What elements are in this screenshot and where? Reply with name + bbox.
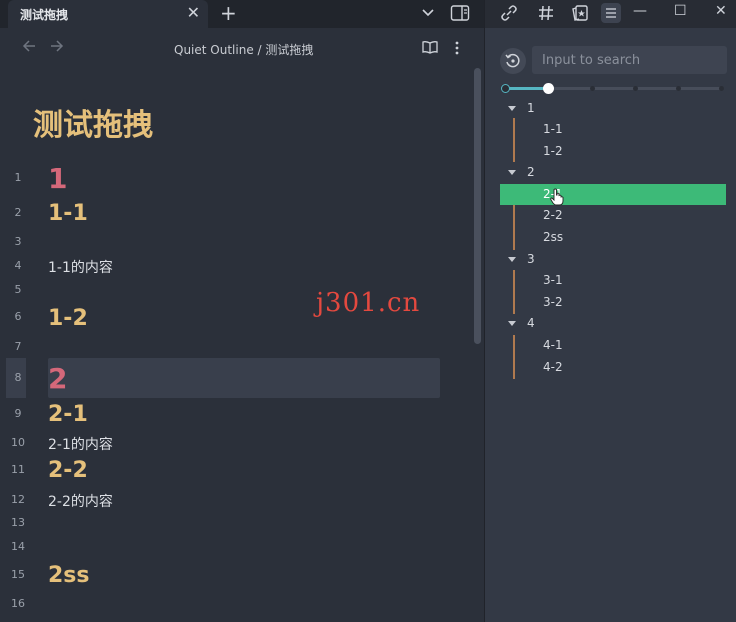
outline-item-4-2[interactable]: 4-2 <box>500 357 726 378</box>
slider-step-mark <box>719 86 724 91</box>
outline-item-label: 1 <box>527 101 535 115</box>
line-number: 2 <box>14 206 22 219</box>
tab-list-chevron-down-icon[interactable] <box>420 4 436 20</box>
tab-note[interactable]: 测试拖拽 ✕ <box>8 0 208 28</box>
line-number: 1 <box>14 171 22 184</box>
outline-item-label: 3 <box>527 252 535 266</box>
right-sidebar: — ☐ ✕ 1 1-1 1-2 2 2-1 <box>484 0 736 622</box>
line-number: 10 <box>11 436 25 449</box>
outline-item-2-2[interactable]: 2-2 <box>500 205 726 226</box>
outline-item-4[interactable]: 4 <box>500 313 726 334</box>
line-number: 14 <box>11 540 25 553</box>
more-options-icon[interactable] <box>453 40 461 56</box>
outline-item-3-1[interactable]: 3-1 <box>500 270 726 291</box>
outline-item-2ss[interactable]: 2ss <box>500 227 726 248</box>
slider-fill <box>504 87 548 90</box>
outline-item-4-1[interactable]: 4-1 <box>500 335 726 356</box>
breadcrumb[interactable]: Quiet Outline / 测试拖拽 <box>174 41 313 58</box>
tab-title: 测试拖拽 <box>20 8 69 22</box>
line-number: 11 <box>11 463 25 476</box>
paragraph-line[interactable]: 2-1的内容 <box>48 434 113 454</box>
outline-item-2[interactable]: 2 <box>500 162 726 183</box>
line-number: 4 <box>14 259 22 272</box>
history-reset-icon <box>505 53 520 68</box>
heading-2-line[interactable]: 1-2 <box>48 306 88 331</box>
line-number: 16 <box>11 597 25 610</box>
expand-caret-icon[interactable] <box>508 106 516 111</box>
navigate-back-icon[interactable] <box>22 39 36 53</box>
line-number: 8 <box>14 371 22 384</box>
heading-2-line[interactable]: 2-2 <box>48 458 88 483</box>
expand-caret-icon[interactable] <box>508 321 516 326</box>
outline-item-1-1[interactable]: 1-1 <box>500 119 726 140</box>
outline-item-3-2[interactable]: 3-2 <box>500 292 726 313</box>
slider-step-mark <box>590 86 595 91</box>
outline-item-label: 2 <box>527 165 535 179</box>
outline-item-label: 4-2 <box>543 360 563 374</box>
outline-item-label: 2-2 <box>543 208 563 222</box>
expand-caret-icon[interactable] <box>508 257 516 262</box>
backlinks-icon[interactable] <box>500 4 518 22</box>
outline-item-label: 3-2 <box>543 295 563 309</box>
line-number: 12 <box>11 493 25 506</box>
sidebar-header: — ☐ ✕ <box>485 0 736 28</box>
heading-1-line[interactable]: 2 <box>48 362 67 395</box>
note-title[interactable]: 测试拖拽 <box>33 100 153 144</box>
close-window-button[interactable]: ✕ <box>715 2 727 20</box>
slider-step-mark <box>633 86 638 91</box>
line-number: 6 <box>14 310 22 323</box>
line-number: 13 <box>11 516 25 529</box>
minimize-window-button[interactable]: — <box>633 2 647 20</box>
reading-view-book-icon[interactable] <box>422 40 438 54</box>
outline-item-1-2[interactable]: 1-2 <box>500 141 726 162</box>
editor-pane: Quiet Outline / 测试拖拽 测试拖拽 1 2 3 4 5 6 7 … <box>0 28 484 622</box>
navigate-forward-icon[interactable] <box>50 39 64 53</box>
outline-item-label: 4 <box>527 316 535 330</box>
heading-1-line[interactable]: 1 <box>48 162 67 195</box>
expand-caret-icon[interactable] <box>508 170 516 175</box>
outline-item-1[interactable]: 1 <box>500 98 726 119</box>
line-number: 15 <box>11 568 25 581</box>
slider-thumb[interactable] <box>543 83 554 94</box>
line-number: 3 <box>14 235 22 248</box>
heading-2-line[interactable]: 2ss <box>48 563 90 588</box>
reset-outline-button[interactable] <box>500 48 526 74</box>
outline-tab[interactable] <box>601 3 621 23</box>
tab-bar: 测试拖拽 ✕ + <box>0 0 484 28</box>
maximize-window-button[interactable]: ☐ <box>674 2 687 20</box>
tab-close-icon[interactable]: ✕ <box>187 4 200 22</box>
line-number: 9 <box>14 407 22 420</box>
slider-step-mark <box>676 86 681 91</box>
line-number: 7 <box>14 340 22 353</box>
paragraph-line[interactable]: 2-2的内容 <box>48 491 113 511</box>
outline-item-label: 1-1 <box>543 122 563 136</box>
hand-pointer-cursor-icon <box>550 188 564 206</box>
bookmarks-cards-icon[interactable] <box>571 4 589 22</box>
heading-2-line[interactable]: 1-1 <box>48 201 88 226</box>
heading-2-line[interactable]: 2-1 <box>48 402 88 427</box>
editor-scrollbar[interactable] <box>474 68 481 344</box>
outline-item-label: 3-1 <box>543 273 563 287</box>
watermark-text: j301.cn <box>316 288 421 318</box>
tags-hash-icon[interactable] <box>537 4 555 22</box>
new-tab-icon[interactable]: + <box>220 2 237 24</box>
slider-start-marker <box>501 84 510 93</box>
outline-list-icon <box>606 8 616 18</box>
outline-item-2-1[interactable]: 2-1 <box>500 184 726 205</box>
outline-item-3[interactable]: 3 <box>500 249 726 270</box>
outline-item-label: 2ss <box>543 230 564 244</box>
outline-item-label: 4-1 <box>543 338 563 352</box>
paragraph-line[interactable]: 1-1的内容 <box>48 257 113 277</box>
outline-search-input[interactable] <box>532 46 727 74</box>
heading-level-slider[interactable] <box>501 83 724 94</box>
active-line-highlight <box>48 358 440 398</box>
outline-item-label: 1-2 <box>543 144 563 158</box>
toggle-right-sidebar-icon[interactable] <box>450 4 470 22</box>
line-number: 5 <box>14 283 22 296</box>
